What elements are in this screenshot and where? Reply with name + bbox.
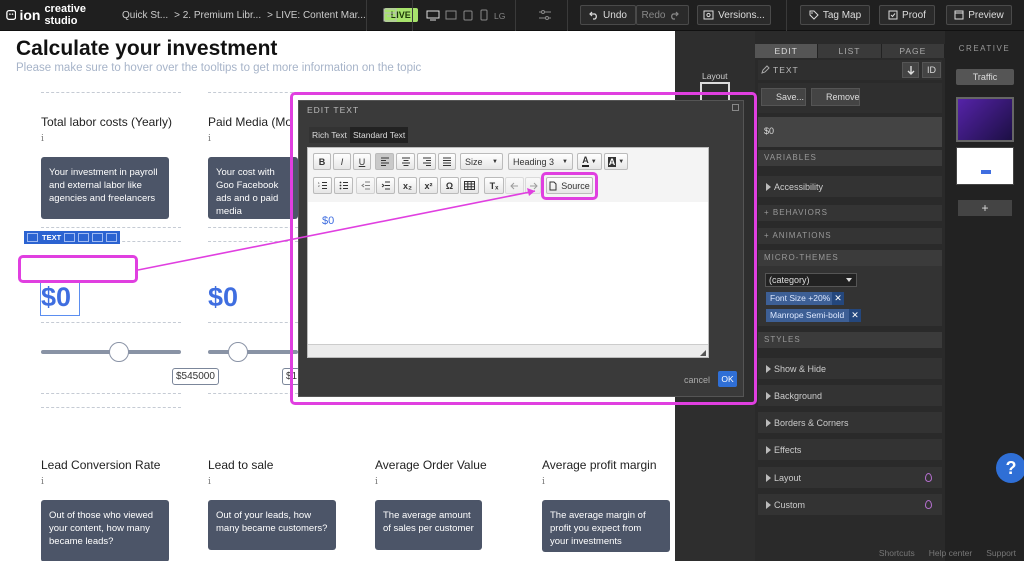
annotation-arrow bbox=[137, 188, 536, 271]
